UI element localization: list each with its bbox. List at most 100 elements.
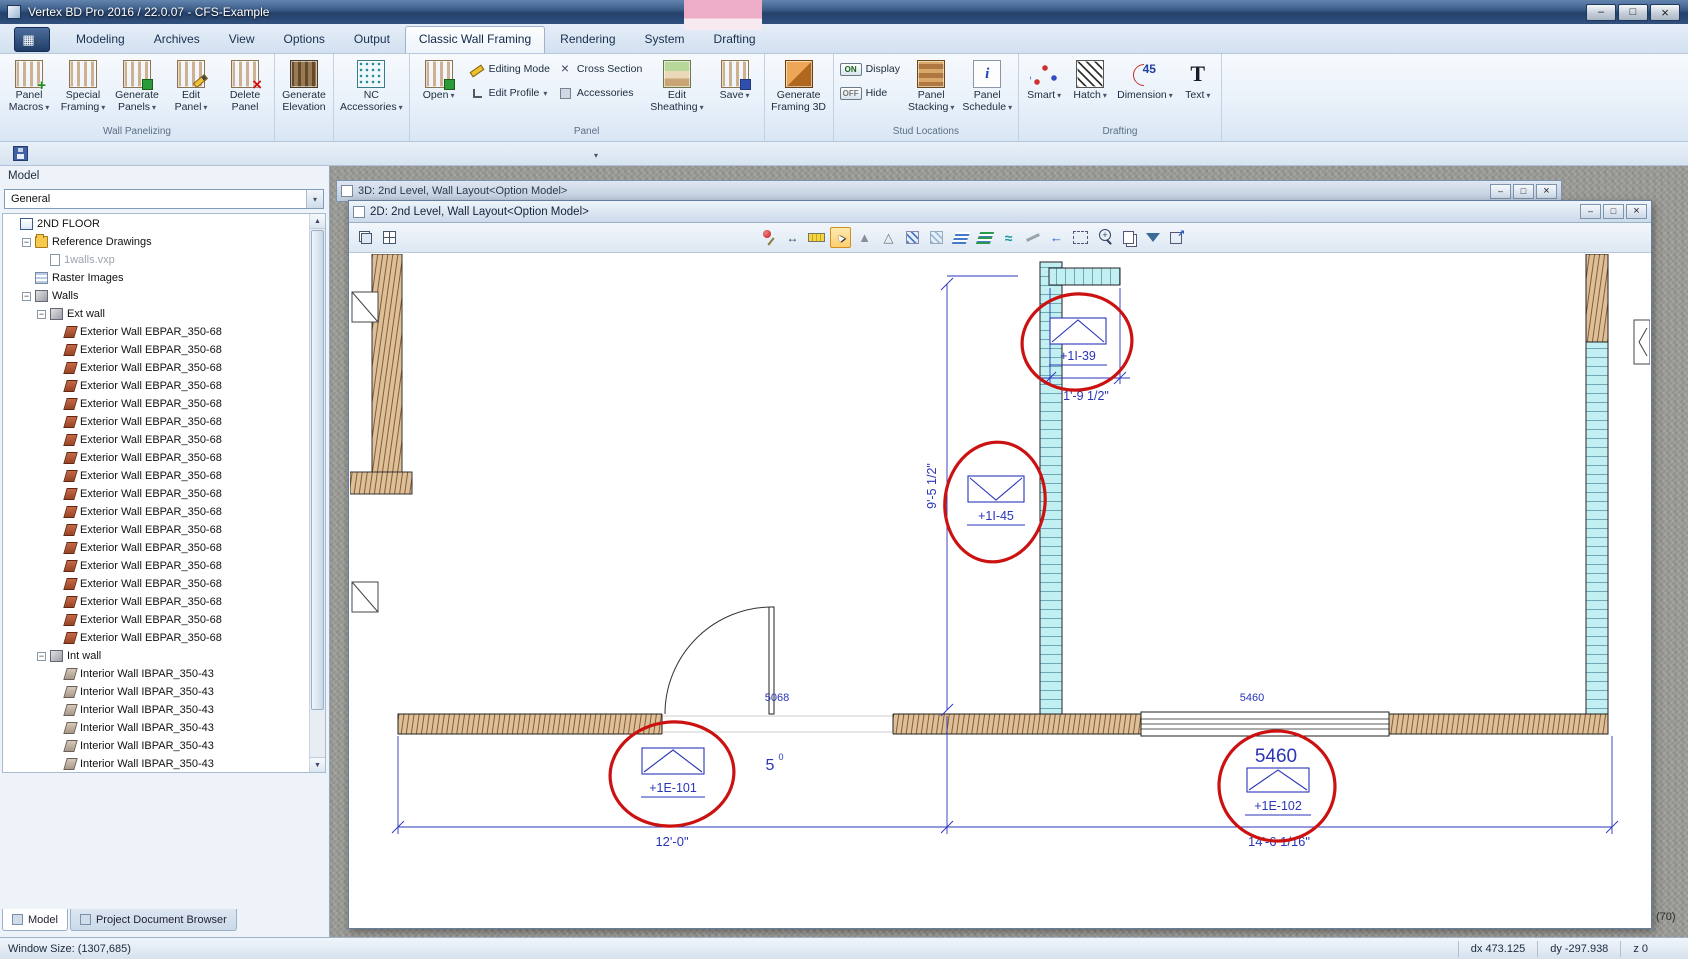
- tree-scrollbar[interactable]: [309, 214, 325, 772]
- layers-green-icon[interactable]: [974, 227, 995, 248]
- hatch-blue-icon[interactable]: [902, 227, 923, 248]
- tree-item[interactable]: Interior Wall IBPAR_350-43: [3, 683, 309, 701]
- tree-item[interactable]: Exterior Wall EBPAR_350-68: [3, 521, 309, 539]
- minimize-button[interactable]: [1580, 204, 1601, 219]
- maximize-button[interactable]: [1618, 4, 1648, 21]
- tree-item[interactable]: Exterior Wall EBPAR_350-68: [3, 575, 309, 593]
- tree-item[interactable]: Exterior Wall EBPAR_350-68: [3, 611, 309, 629]
- tree-expander[interactable]: [37, 310, 46, 319]
- tree-item[interactable]: 2ND FLOOR: [3, 215, 309, 233]
- polygon-dashed-icon[interactable]: [878, 227, 899, 248]
- model-tree[interactable]: 2ND FLOORReference Drawings1walls.vxpRas…: [2, 213, 326, 773]
- close-button[interactable]: [1626, 204, 1647, 219]
- drawing-canvas[interactable]: 1'-9 1/2" 9'-5 1/2" 12'-0" 14'-6 1/16" 5…: [350, 254, 1650, 928]
- editing-mode-button[interactable]: Editing Mode: [470, 61, 550, 77]
- tree-item[interactable]: Interior Wall IBPAR_350-43: [3, 719, 309, 737]
- tab-drafting[interactable]: Drafting: [700, 26, 770, 53]
- edit-panel-button[interactable]: Edit Panel: [164, 55, 218, 126]
- smart-button[interactable]: Smart: [1021, 55, 1067, 126]
- tree-item[interactable]: Reference Drawings: [3, 233, 309, 251]
- tree-item[interactable]: Exterior Wall EBPAR_350-68: [3, 377, 309, 395]
- minimize-button[interactable]: [1490, 184, 1511, 199]
- panel-marker-1E-101[interactable]: +1E-101: [641, 748, 705, 797]
- panel-marker-1I-45[interactable]: +1I-45: [967, 476, 1025, 525]
- zoom-in-icon[interactable]: [1094, 227, 1115, 248]
- maximize-button[interactable]: [1603, 204, 1624, 219]
- hide-button[interactable]: OFF Hide: [840, 85, 900, 101]
- tree-item[interactable]: Exterior Wall EBPAR_350-68: [3, 503, 309, 521]
- minimize-button[interactable]: [1586, 4, 1616, 21]
- hatch-button[interactable]: Hatch: [1067, 55, 1113, 126]
- tree-expander[interactable]: [22, 238, 31, 247]
- window-3d-titlebar[interactable]: 3D: 2nd Level, Wall Layout<Option Model>: [336, 180, 1562, 202]
- tree-item[interactable]: Exterior Wall EBPAR_350-68: [3, 359, 309, 377]
- tab-rendering[interactable]: Rendering: [546, 26, 629, 53]
- tab-view[interactable]: View: [215, 26, 269, 53]
- tree-item[interactable]: Exterior Wall EBPAR_350-68: [3, 413, 309, 431]
- panel-tab-model[interactable]: Model: [2, 909, 68, 931]
- tree-item[interactable]: Interior Wall IBPAR_350-43: [3, 701, 309, 719]
- tab-archives[interactable]: Archives: [140, 26, 214, 53]
- close-button[interactable]: [1650, 4, 1680, 21]
- right-wall[interactable]: [1586, 254, 1608, 714]
- special-framing-button[interactable]: Special Framing: [56, 55, 110, 126]
- tree-item[interactable]: Exterior Wall EBPAR_350-68: [3, 341, 309, 359]
- filter-icon[interactable]: [1142, 227, 1163, 248]
- tab-options[interactable]: Options: [270, 26, 339, 53]
- tree-item[interactable]: Raster Images: [3, 269, 309, 287]
- crop-box-icon[interactable]: [1070, 227, 1091, 248]
- tab-classic-wall-framing[interactable]: Classic Wall Framing: [405, 26, 545, 53]
- polygon-icon[interactable]: [854, 227, 875, 248]
- window-2d-titlebar[interactable]: 2D: 2nd Level, Wall Layout<Option Model>: [349, 201, 1651, 223]
- tree-item[interactable]: Exterior Wall EBPAR_350-68: [3, 485, 309, 503]
- panel-marker-1E-102[interactable]: 5460 +1E-102: [1245, 746, 1311, 815]
- pin-icon[interactable]: [758, 227, 779, 248]
- scroll-down-button[interactable]: [310, 757, 325, 772]
- tree-item[interactable]: Exterior Wall EBPAR_350-68: [3, 593, 309, 611]
- tree-expander[interactable]: [22, 292, 31, 301]
- wave-icon[interactable]: [998, 227, 1019, 248]
- tree-item[interactable]: Exterior Wall EBPAR_350-68: [3, 323, 309, 341]
- panel-tab-project-document-browser[interactable]: Project Document Browser: [70, 909, 237, 931]
- snap-move-icon[interactable]: [782, 227, 803, 248]
- layers-blue-icon[interactable]: [950, 227, 971, 248]
- tree-filter-dropdown[interactable]: General: [4, 189, 324, 209]
- measure-icon[interactable]: [806, 227, 827, 248]
- undo-icon[interactable]: [1046, 227, 1067, 248]
- floor-plan[interactable]: 1'-9 1/2" 9'-5 1/2" 12'-0" 14'-6 1/16" 5…: [350, 254, 1650, 928]
- maximize-button[interactable]: [1513, 184, 1534, 199]
- select-cursor-icon[interactable]: [830, 227, 851, 248]
- app-menu-button[interactable]: [14, 27, 50, 52]
- panel-stacking-button[interactable]: Panel Stacking: [904, 55, 958, 126]
- tree-item[interactable]: Interior Wall IBPAR_350-43: [3, 665, 309, 683]
- save-button[interactable]: Save: [708, 55, 762, 126]
- tab-modeling[interactable]: Modeling: [62, 26, 139, 53]
- tree-item[interactable]: Exterior Wall EBPAR_350-68: [3, 539, 309, 557]
- export-icon[interactable]: [1166, 227, 1187, 248]
- text-button[interactable]: T Text: [1177, 55, 1219, 126]
- scrollbar-thumb[interactable]: [311, 230, 324, 710]
- arrange-windows-icon[interactable]: [355, 227, 376, 248]
- generate-elevation-button[interactable]: Generate Elevation: [277, 55, 331, 126]
- pane-grid-icon[interactable]: [379, 227, 400, 248]
- quick-save-button[interactable]: [13, 146, 28, 161]
- left-wall-group[interactable]: [350, 254, 412, 612]
- generate-panels-button[interactable]: Generate Panels: [110, 55, 164, 126]
- open-button[interactable]: Open: [412, 55, 466, 126]
- door-opening[interactable]: [662, 607, 893, 736]
- nc-accessories-button[interactable]: NC Accessories: [336, 55, 407, 126]
- panel-schedule-button[interactable]: i Panel Schedule: [958, 55, 1016, 126]
- tree-item[interactable]: Exterior Wall EBPAR_350-68: [3, 629, 309, 647]
- bottom-wall[interactable]: [398, 714, 1608, 734]
- tree-item[interactable]: Ext wall: [3, 305, 309, 323]
- panel-macros-button[interactable]: Panel Macros: [2, 55, 56, 126]
- tree-item[interactable]: Exterior Wall EBPAR_350-68: [3, 395, 309, 413]
- tab-output[interactable]: Output: [340, 26, 404, 53]
- tree-item[interactable]: 1walls.vxp: [3, 251, 309, 269]
- line-icon[interactable]: [1022, 227, 1043, 248]
- dimension-button[interactable]: 45 Dimension: [1113, 55, 1177, 126]
- tree-item[interactable]: Interior Wall IBPAR_350-43: [3, 755, 309, 772]
- cross-section-button[interactable]: Cross Section: [558, 61, 642, 77]
- tree-item[interactable]: Walls: [3, 287, 309, 305]
- tab-system[interactable]: System: [631, 26, 699, 53]
